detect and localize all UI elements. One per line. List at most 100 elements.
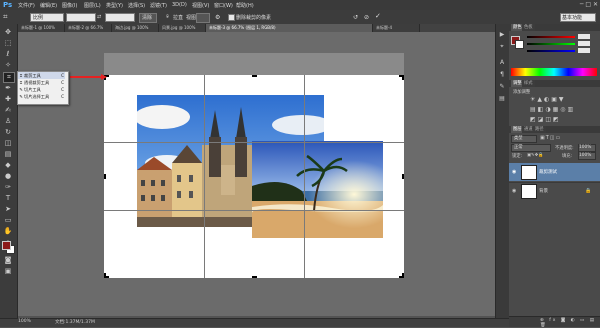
height-input[interactable]: [105, 13, 135, 22]
check-icon[interactable]: ✓: [375, 12, 381, 20]
quick-mask-icon[interactable]: ◙: [3, 256, 13, 265]
flyout-item-perspective-crop[interactable]: ⌗ 透视裁剪工具 C: [18, 79, 65, 86]
tab-swatches[interactable]: 色板: [522, 24, 535, 31]
delete-cropped-pixels-checkbox[interactable]: [228, 14, 235, 21]
gear-icon[interactable]: ⚙: [215, 14, 220, 21]
path-select-icon[interactable]: ➤: [3, 205, 13, 214]
document-tab[interactable]: 风景.jpg @ 100% (RGB/8): [159, 24, 206, 38]
reset-icon[interactable]: ↺: [353, 14, 358, 21]
fill-input[interactable]: 100%: [578, 152, 596, 160]
flyout-item-slice-select[interactable]: ✎切片选择工具 C: [18, 93, 65, 100]
brush-preset-icon[interactable]: ✎: [497, 82, 507, 91]
document-tab[interactable]: 未标题-1 @ 100% (RGB/8): [18, 24, 65, 38]
adjustment-icons-row-3[interactable]: ◩◪◫◩: [530, 116, 561, 123]
crop-handle-bottom-left[interactable]: [104, 273, 106, 278]
lock-icons[interactable]: ▣✎✥🔒: [527, 153, 544, 158]
flyout-item-slice[interactable]: ✎切片工具 C: [18, 86, 65, 93]
green-slider[interactable]: [527, 43, 575, 45]
properties-icon[interactable]: ▤: [497, 94, 507, 103]
crop-tool-preset-icon[interactable]: ⌗: [3, 12, 17, 22]
document-tab[interactable]: 未标题-4: [373, 24, 420, 32]
crop-handle-right[interactable]: [402, 174, 404, 179]
layer-kind-filter[interactable]: 类型: [511, 135, 537, 143]
menu-type[interactable]: 类型(Y): [106, 2, 123, 9]
hand-tool-icon[interactable]: ✋: [3, 227, 13, 236]
lock-label: 锁定:: [512, 154, 523, 159]
crop-handle-top-right[interactable]: [402, 75, 404, 80]
ratio-select-label: 比例: [33, 15, 44, 21]
menu-view[interactable]: 视图(V): [192, 2, 209, 9]
crop-handle-top[interactable]: [252, 75, 257, 77]
paragraph-icon[interactable]: ¶: [497, 70, 507, 79]
straighten-icon[interactable]: ⌾: [166, 14, 169, 20]
opacity-input[interactable]: 100%: [578, 144, 596, 152]
color-spectrum[interactable]: [511, 68, 597, 76]
document-tab[interactable]: 未标题-2 @ 66.7% (RGB/8): [65, 24, 112, 38]
flyout-item-crop[interactable]: ⌗ 裁剪工具 C: [18, 72, 65, 79]
shape-tool-icon[interactable]: ▭: [3, 216, 13, 225]
adjustment-icons-row-2[interactable]: ▤◧◑▦◎▥: [530, 106, 575, 113]
blur-tool-icon[interactable]: ◆: [3, 161, 13, 170]
lock-icon[interactable]: 🔒: [585, 188, 591, 194]
eraser-tool-icon[interactable]: ◫: [3, 139, 13, 148]
foreground-color-swatch[interactable]: [2, 241, 11, 250]
opacity-label: 不透明度:: [555, 146, 574, 151]
lasso-tool-icon[interactable]: ℓ: [3, 50, 13, 59]
document-tab[interactable]: 海边.jpg @ 100% (RGB/8): [112, 24, 159, 38]
quick-select-tool-icon[interactable]: ✧: [3, 61, 13, 70]
healing-brush-icon[interactable]: ✚: [3, 95, 13, 104]
flyout-item-shortcut: C: [61, 80, 64, 85]
layer-action-icons[interactable]: ⊕ fx ◙ ◐ ▭ ▤ 🗑: [540, 318, 600, 328]
eye-icon[interactable]: ◉: [512, 188, 516, 194]
menu-help[interactable]: 帮助(H): [236, 2, 254, 9]
menu-filter[interactable]: 滤镜(T): [150, 2, 167, 9]
menu-select[interactable]: 选择(S): [128, 2, 145, 9]
menu-edit[interactable]: 编辑(E): [40, 2, 57, 9]
history-brush-icon[interactable]: ↻: [3, 128, 13, 137]
menu-3d[interactable]: 3D(D): [172, 2, 187, 8]
tab-paths[interactable]: 路径: [533, 126, 546, 133]
layer-filter-icons[interactable]: ▣T◫▭: [540, 135, 561, 141]
menu-image[interactable]: 图像(I): [62, 2, 77, 9]
blue-value-input[interactable]: [578, 48, 590, 53]
eyedropper-tool-icon[interactable]: ✒: [3, 84, 13, 93]
crop-handle-bottom[interactable]: [252, 276, 257, 278]
pen-tool-icon[interactable]: ✑: [3, 183, 13, 192]
crop-handle-left[interactable]: [104, 174, 106, 179]
cancel-icon[interactable]: ⊘: [364, 14, 369, 21]
gradient-tool-icon[interactable]: ▤: [3, 150, 13, 159]
delete-cropped-pixels-label: 删除裁剪的像素: [236, 15, 272, 21]
swap-icon[interactable]: ⇄: [97, 14, 101, 20]
tab-styles[interactable]: 样式: [522, 80, 535, 87]
window-controls[interactable]: ─ □ ✕: [580, 1, 598, 8]
green-value-input[interactable]: [578, 41, 590, 46]
menu-layer[interactable]: 图层(L): [84, 2, 101, 9]
clone-stamp-icon[interactable]: ♙: [3, 117, 13, 126]
screen-mode-icon[interactable]: ▣: [3, 267, 13, 276]
play-icon[interactable]: ▶: [497, 30, 507, 39]
crop-grid-line: [204, 75, 205, 278]
eye-icon[interactable]: ◉: [512, 169, 516, 175]
view-overlay-select[interactable]: [196, 13, 210, 23]
crop-extension-area: [104, 53, 404, 75]
zoom-level[interactable]: 100%: [18, 319, 31, 324]
adjustment-icons-row-1[interactable]: ☀▲◐▣▼: [530, 96, 566, 103]
menu-file[interactable]: 文件(F): [18, 2, 35, 9]
marquee-tool-icon[interactable]: ⬚: [3, 39, 13, 48]
history-icon[interactable]: ⌖: [497, 42, 507, 51]
red-value-input[interactable]: [578, 34, 590, 39]
menu-window[interactable]: 窗口(W): [214, 2, 233, 9]
red-slider[interactable]: [527, 36, 575, 38]
move-tool-icon[interactable]: ✥: [3, 28, 13, 37]
blue-slider[interactable]: [527, 50, 575, 52]
character-icon[interactable]: A: [497, 58, 507, 67]
crop-handle-bottom-right[interactable]: [402, 273, 404, 278]
brush-tool-icon[interactable]: ✍: [3, 106, 13, 115]
dodge-tool-icon[interactable]: ●: [3, 172, 13, 181]
document-tab-active[interactable]: 未标题-3 @ 66.7% (图层 1, RGB/8): [206, 24, 373, 32]
crop-tool-icon[interactable]: ⌗: [3, 72, 15, 83]
panel-background-swatch[interactable]: [515, 40, 524, 49]
blend-mode-select[interactable]: 正常: [511, 144, 551, 152]
type-tool-icon[interactable]: T: [3, 194, 13, 203]
width-input[interactable]: [66, 13, 96, 22]
